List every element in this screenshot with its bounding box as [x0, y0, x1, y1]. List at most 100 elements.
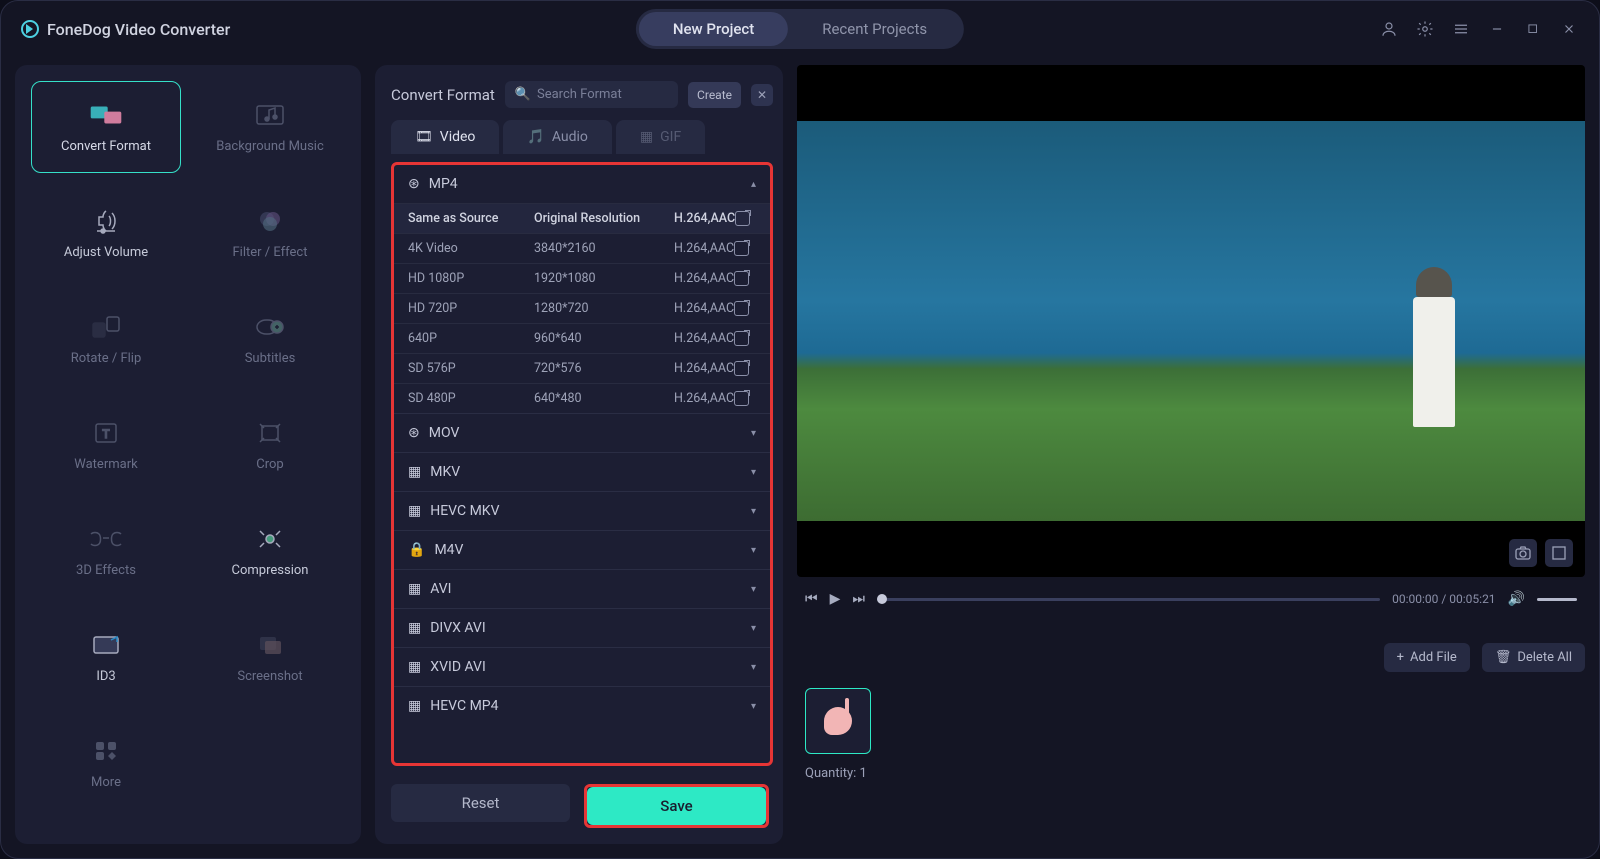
- format-group-mkv[interactable]: ▦MKV▾: [394, 452, 770, 491]
- edit-icon[interactable]: [735, 211, 750, 226]
- format-row[interactable]: 4K Video3840*2160H.264,AAC: [394, 233, 770, 263]
- film-icon: 🔒: [408, 542, 425, 558]
- maximize-icon[interactable]: [1523, 19, 1543, 39]
- tools-sidebar: Convert Format Background Music Adjust V…: [15, 65, 361, 844]
- tool-convert-format[interactable]: Convert Format: [31, 81, 181, 173]
- lighthouse-graphic: [1413, 297, 1455, 427]
- format-group-hevc-mkv[interactable]: ▦HEVC MKV▾: [394, 491, 770, 530]
- volume-icon[interactable]: 🔊: [1508, 591, 1525, 607]
- video-frame: [797, 121, 1585, 520]
- tool-adjust-volume[interactable]: Adjust Volume: [31, 187, 181, 279]
- tool-watermark[interactable]: T Watermark: [31, 399, 181, 491]
- tool-label: Watermark: [74, 457, 137, 472]
- format-group-divx[interactable]: ▦DIVX AVI▾: [394, 608, 770, 647]
- tool-filter-effect[interactable]: Filter / Effect: [195, 187, 345, 279]
- tool-3d-effects[interactable]: 3D Effects: [31, 505, 181, 597]
- tool-more[interactable]: More: [31, 717, 181, 809]
- edit-icon[interactable]: [734, 271, 749, 286]
- format-group-avi[interactable]: ▦AVI▾: [394, 569, 770, 608]
- add-file-button[interactable]: +Add File: [1384, 643, 1470, 672]
- close-icon[interactable]: [1559, 19, 1579, 39]
- edit-icon[interactable]: [734, 331, 749, 346]
- crop-icon: [253, 419, 287, 447]
- save-button[interactable]: Save: [587, 787, 766, 825]
- format-group-m4v[interactable]: 🔒M4V▾: [394, 530, 770, 569]
- type-tab-audio[interactable]: 🎵Audio: [503, 120, 612, 154]
- tool-screenshot[interactable]: Screenshot: [195, 611, 345, 703]
- film-icon: ▦: [408, 620, 421, 636]
- chevron-down-icon: ▾: [751, 623, 756, 634]
- format-row-header[interactable]: Same as Source Original Resolution H.264…: [394, 203, 770, 233]
- fullscreen-button[interactable]: [1545, 539, 1573, 567]
- tool-label: Rotate / Flip: [71, 351, 142, 366]
- edit-icon[interactable]: [734, 361, 749, 376]
- video-file-icon: 🎞: [415, 129, 433, 145]
- file-thumbnail[interactable]: [805, 688, 871, 754]
- type-tab-video[interactable]: 🎞Video: [391, 120, 499, 154]
- tool-crop[interactable]: Crop: [195, 399, 345, 491]
- next-button[interactable]: ⏭: [852, 591, 865, 607]
- film-icon: ▦: [408, 581, 421, 597]
- chevron-up-icon: ▴: [751, 179, 756, 190]
- format-row[interactable]: HD 1080P1920*1080H.264,AAC: [394, 263, 770, 293]
- watermark-icon: T: [89, 419, 123, 447]
- format-row[interactable]: SD 576P720*576H.264,AAC: [394, 353, 770, 383]
- tool-id3[interactable]: ID3: [31, 611, 181, 703]
- prev-button[interactable]: ⏮: [805, 591, 818, 607]
- seek-slider[interactable]: [877, 598, 1380, 601]
- format-group-mp4[interactable]: ⊛ MP4 ▴: [394, 165, 770, 203]
- panel-title: Convert Format: [391, 86, 495, 104]
- tab-recent-projects[interactable]: Recent Projects: [788, 12, 961, 46]
- format-group-mov[interactable]: ⊛MOV▾: [394, 413, 770, 452]
- quantity-label: Quantity: 1: [805, 766, 871, 781]
- format-row[interactable]: SD 480P640*480H.264,AAC: [394, 383, 770, 413]
- snapshot-button[interactable]: [1509, 539, 1537, 567]
- app-logo: FoneDog Video Converter: [21, 20, 230, 39]
- chevron-down-icon: ▾: [751, 584, 756, 595]
- tool-subtitles[interactable]: Subtitles: [195, 293, 345, 385]
- play-circle-icon: [21, 20, 39, 38]
- svg-text:T: T: [102, 427, 109, 441]
- id3-icon: [89, 631, 123, 659]
- search-icon: 🔍: [515, 87, 531, 102]
- volume-slider[interactable]: [1537, 598, 1577, 601]
- create-button[interactable]: Create: [688, 82, 741, 108]
- tab-new-project[interactable]: New Project: [639, 12, 788, 46]
- edit-icon[interactable]: [734, 241, 749, 256]
- format-row[interactable]: 640P960*640H.264,AAC: [394, 323, 770, 353]
- tool-rotate-flip[interactable]: Rotate / Flip: [31, 293, 181, 385]
- project-tab-switcher: New Project Recent Projects: [636, 9, 964, 49]
- chevron-down-icon: ▾: [751, 506, 756, 517]
- close-panel-button[interactable]: ✕: [751, 84, 773, 106]
- filter-icon: [253, 207, 287, 235]
- tool-compression[interactable]: Compression: [195, 505, 345, 597]
- format-group-hevc-mp4[interactable]: ▦HEVC MP4▾: [394, 686, 770, 725]
- gear-icon[interactable]: [1415, 19, 1435, 39]
- delete-all-button[interactable]: 🗑Delete All: [1482, 643, 1585, 672]
- format-row[interactable]: HD 720P1280*720H.264,AAC: [394, 293, 770, 323]
- tool-label: Background Music: [216, 139, 324, 154]
- menu-icon[interactable]: [1451, 19, 1471, 39]
- chevron-down-icon: ▾: [751, 545, 756, 556]
- tool-background-music[interactable]: Background Music: [195, 81, 345, 173]
- more-icon: [89, 737, 123, 765]
- format-group-xvid[interactable]: ▦XVID AVI▾: [394, 647, 770, 686]
- player-controls: ⏮ ▶ ⏭ 00:00:00 / 00:05:21 🔊: [797, 587, 1585, 611]
- tool-label: Filter / Effect: [233, 245, 308, 260]
- convert-format-icon: [89, 101, 123, 129]
- type-tab-gif[interactable]: ▦GIF: [616, 120, 705, 154]
- edit-icon[interactable]: [734, 301, 749, 316]
- reset-button[interactable]: Reset: [391, 784, 570, 822]
- account-icon[interactable]: [1379, 19, 1399, 39]
- film-icon: ⊛: [408, 176, 420, 192]
- search-format-input[interactable]: 🔍 Search Format: [505, 81, 678, 108]
- compression-icon: [253, 525, 287, 553]
- format-panel: Convert Format 🔍 Search Format Create ✕ …: [375, 65, 783, 844]
- video-preview[interactable]: [797, 65, 1585, 577]
- minimize-icon[interactable]: [1487, 19, 1507, 39]
- edit-icon[interactable]: [734, 391, 749, 406]
- film-icon: ▦: [408, 659, 421, 675]
- chevron-down-icon: ▾: [751, 662, 756, 673]
- film-icon: ⊛: [408, 425, 420, 441]
- play-button[interactable]: ▶: [830, 591, 841, 607]
